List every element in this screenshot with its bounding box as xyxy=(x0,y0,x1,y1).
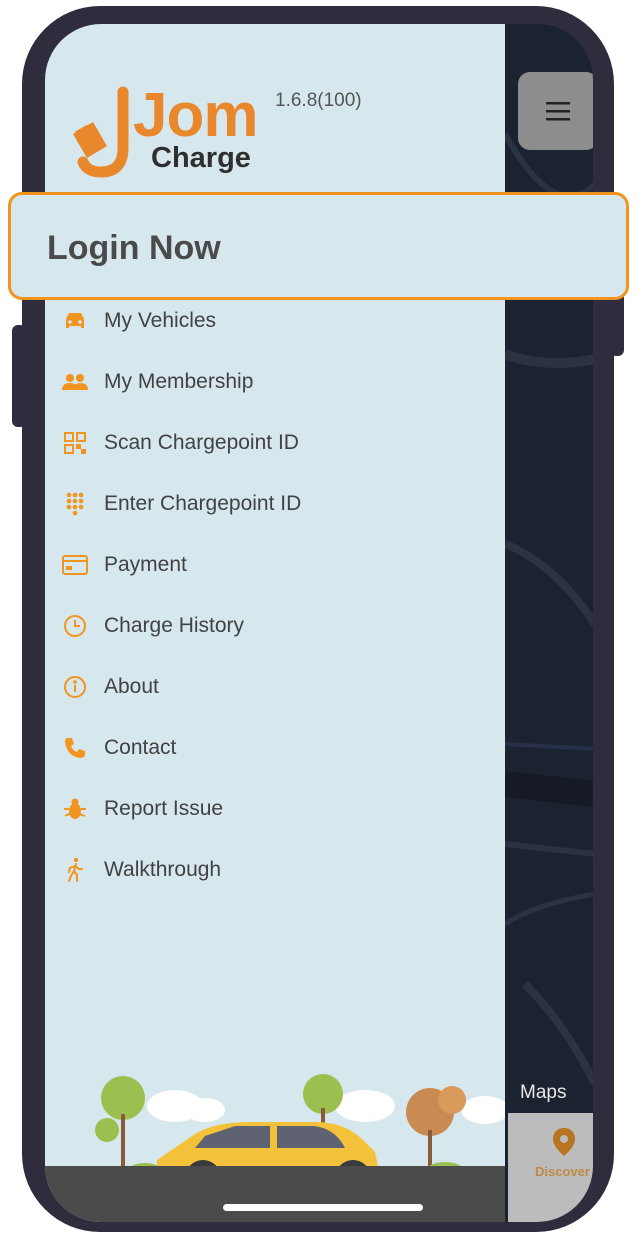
menu-item-my-vehicles[interactable]: My Vehicles xyxy=(60,301,216,341)
side-button xyxy=(12,325,26,427)
walking-person-icon xyxy=(60,855,90,885)
logo-subword: Charge xyxy=(151,142,251,174)
menu-item-report-issue[interactable]: Report Issue xyxy=(60,789,223,829)
car-icon xyxy=(60,306,90,336)
menu-item-my-membership[interactable]: My Membership xyxy=(60,362,253,402)
menu-item-scan-chargepoint[interactable]: Scan Chargepoint ID xyxy=(60,423,299,463)
menu-item-label: Contact xyxy=(104,736,177,759)
menu-item-label: Payment xyxy=(104,553,187,576)
menu-item-contact[interactable]: Contact xyxy=(60,728,176,768)
phone-icon xyxy=(60,733,90,763)
menu-item-walkthrough[interactable]: Walkthrough xyxy=(60,850,221,890)
menu-item-label: Report Issue xyxy=(104,797,224,820)
menu-item-label: Scan Chargepoint ID xyxy=(104,431,299,454)
location-pin-icon xyxy=(553,1128,575,1156)
bug-icon xyxy=(60,794,90,824)
hamburger-menu-button[interactable] xyxy=(518,72,593,150)
road xyxy=(45,1166,505,1222)
logo-word: Jom xyxy=(133,81,258,150)
keypad-icon xyxy=(60,489,90,519)
app-logo: Jom Charge xyxy=(71,81,271,186)
menu-item-label: Enter Chargepoint ID xyxy=(104,492,302,515)
home-indicator[interactable] xyxy=(223,1204,423,1211)
menu-item-enter-chargepoint[interactable]: Enter Chargepoint ID xyxy=(60,484,301,524)
tab-discover-label: Discover xyxy=(535,1164,590,1179)
clock-icon xyxy=(60,611,90,641)
app-version: 1.6.8(100) xyxy=(275,90,362,111)
menu-item-label: Charge History xyxy=(104,614,245,637)
people-icon xyxy=(60,367,90,397)
credit-card-icon xyxy=(60,550,90,580)
menu-item-payment[interactable]: Payment xyxy=(60,545,187,585)
login-label: Login Now xyxy=(47,229,221,267)
menu-item-label: My Vehicles xyxy=(104,309,217,332)
qr-code-icon xyxy=(60,428,90,458)
menu-item-charge-history[interactable]: Charge History xyxy=(60,606,244,646)
menu-item-label: My Membership xyxy=(104,370,254,393)
info-icon xyxy=(60,672,90,702)
login-now-button[interactable]: Login Now xyxy=(8,192,629,300)
menu-item-label: About xyxy=(104,675,159,698)
menu-item-about[interactable]: About xyxy=(60,667,159,707)
maps-attribution: Maps xyxy=(520,1082,567,1103)
plug-icon xyxy=(73,86,129,178)
menu-item-label: Walkthrough xyxy=(104,858,222,881)
hamburger-icon xyxy=(546,102,570,121)
